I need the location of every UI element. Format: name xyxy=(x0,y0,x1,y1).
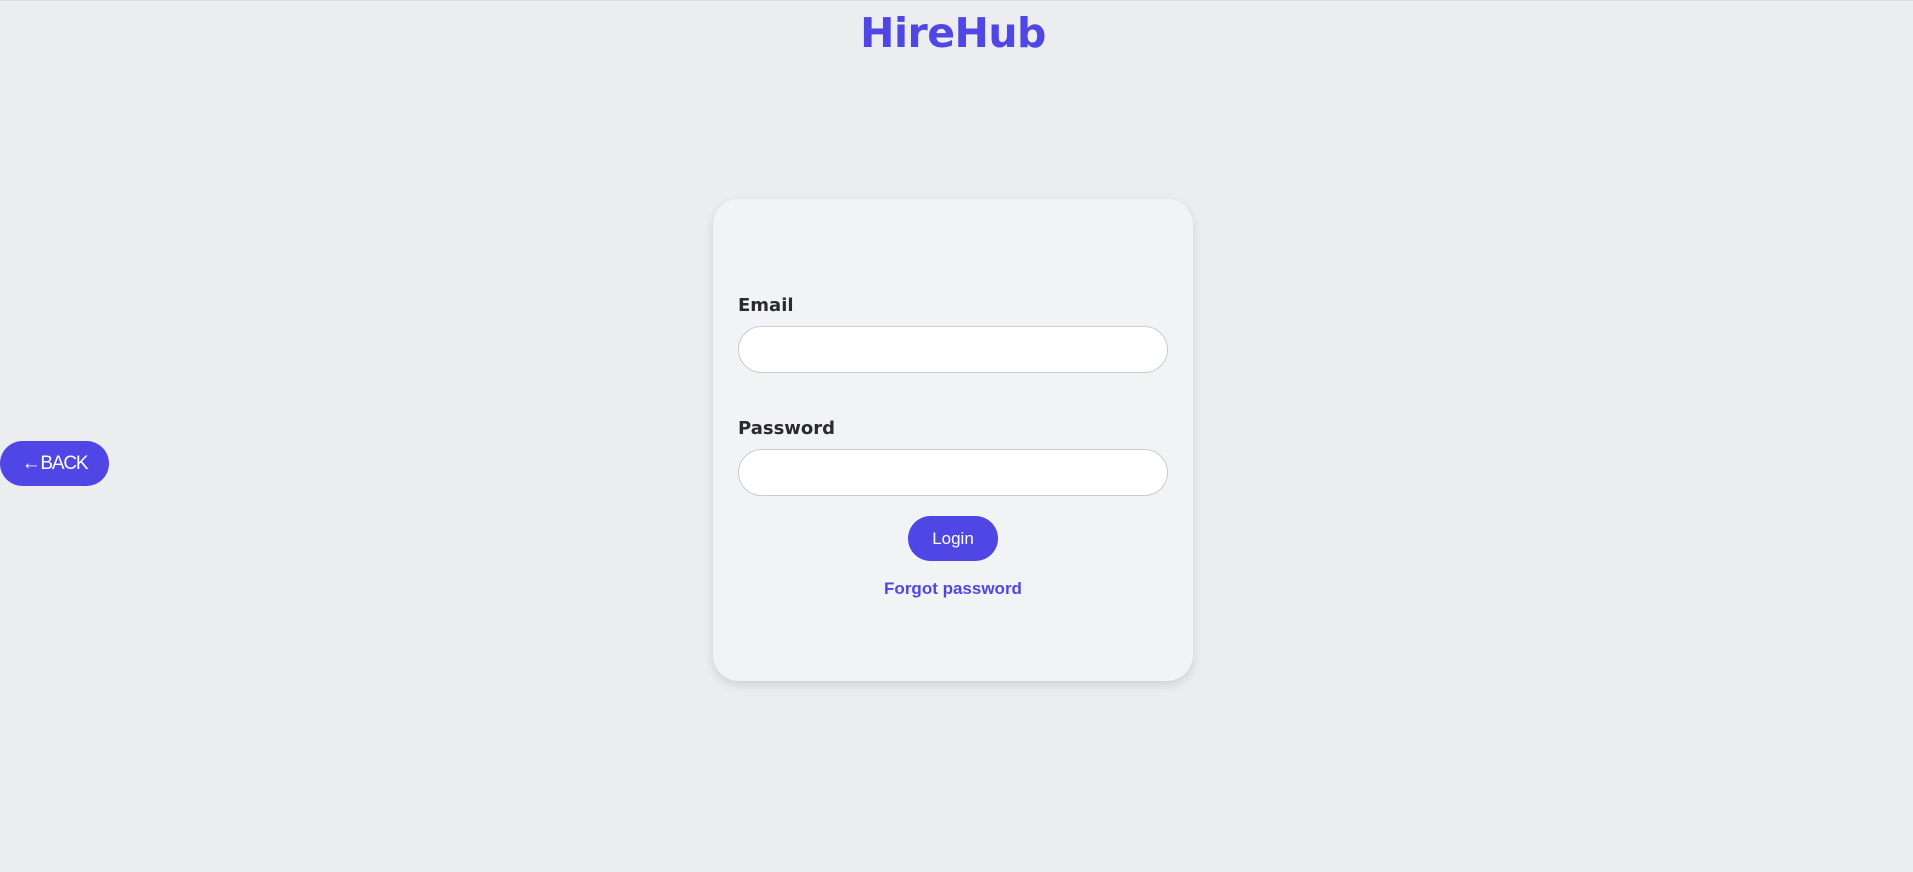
back-button-label: BACK xyxy=(40,452,88,474)
password-field[interactable] xyxy=(738,449,1168,496)
arrow-left-icon: ← xyxy=(21,452,41,474)
login-card: Email Password Login Forgot password xyxy=(713,199,1193,681)
forgot-password-link[interactable]: Forgot password xyxy=(713,579,1193,599)
email-label: Email xyxy=(738,295,794,316)
back-button[interactable]: ← BACK xyxy=(0,441,109,486)
password-label: Password xyxy=(738,418,836,439)
email-field[interactable] xyxy=(738,326,1168,373)
brand-logo-text: HireHub xyxy=(860,9,1046,57)
login-button[interactable]: Login xyxy=(908,516,998,561)
